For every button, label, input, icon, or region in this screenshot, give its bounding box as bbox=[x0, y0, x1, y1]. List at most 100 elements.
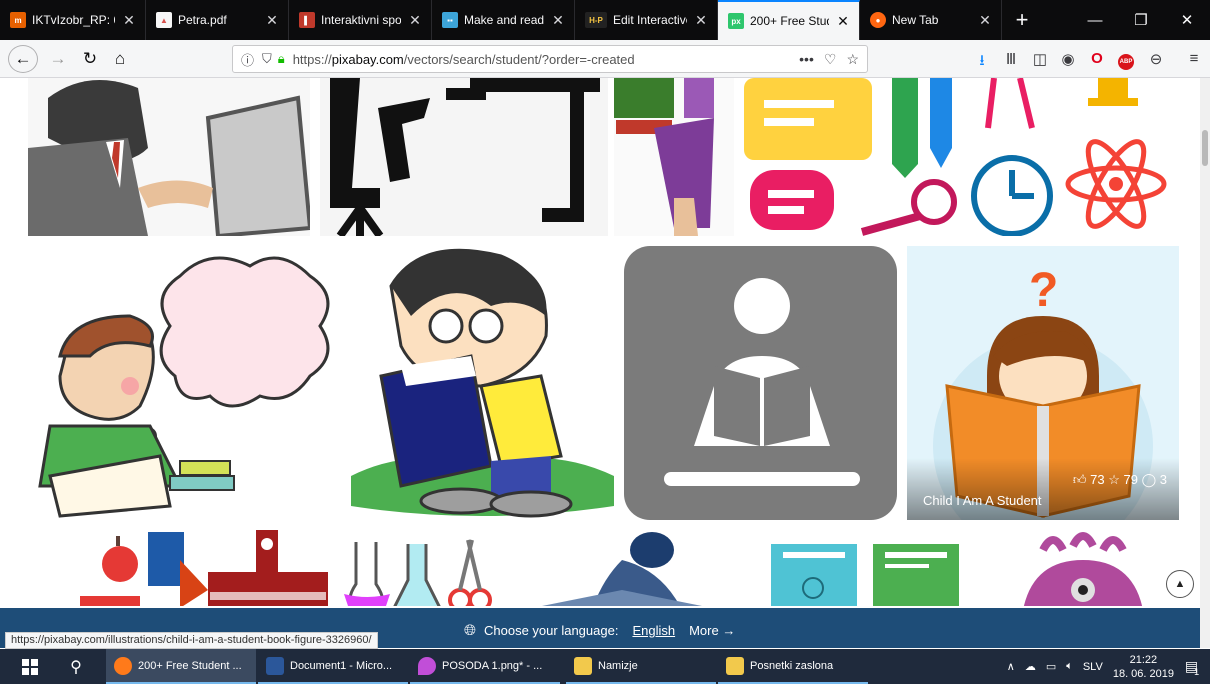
menu-icon[interactable]: ≡ bbox=[1184, 50, 1204, 67]
screenshot-icon[interactable]: ◉ bbox=[1058, 50, 1078, 68]
bookmark-star-icon[interactable]: ☆ bbox=[846, 51, 859, 68]
system-tray: ∧ ☁ ▭ 🔈︎ SLV 21:22 18. 06. 2019 bbox=[1007, 649, 1174, 684]
gallery-tile-desk-silhouette[interactable] bbox=[320, 78, 608, 236]
account-icon[interactable]: ⊖ bbox=[1146, 50, 1166, 68]
navigation-toolbar: ← → ↻ ⌂ ⓘ ⛉ 🔒︎ https://pixabay.com/vecto… bbox=[0, 40, 1210, 78]
language-more-link[interactable]: More → bbox=[689, 623, 735, 638]
back-button[interactable]: ← bbox=[8, 45, 38, 73]
favorite-count: 79 bbox=[1123, 472, 1138, 487]
close-tab-icon[interactable]: ✕ bbox=[121, 12, 137, 29]
onedrive-cloud-icon[interactable]: ☁ bbox=[1025, 660, 1036, 673]
taskbar-app-screenshots-folder[interactable]: Posnetki zaslona bbox=[718, 649, 868, 684]
search-button[interactable]: ⚲ bbox=[56, 649, 96, 684]
taskbar-app-desktop-folder[interactable]: Namizje bbox=[566, 649, 716, 684]
lock-icon[interactable]: 🔒︎ bbox=[278, 51, 285, 67]
tab-iktvizobr[interactable]: m IKTvIzobr_RP: 6. S ✕ bbox=[0, 0, 146, 40]
gallery-tile-vintage-student[interactable] bbox=[502, 530, 748, 606]
home-button[interactable]: ⌂ bbox=[106, 46, 134, 72]
download-icon[interactable]: ⭳ bbox=[972, 50, 992, 75]
arrow-right-icon: → bbox=[49, 49, 67, 68]
folder-icon bbox=[574, 656, 592, 675]
close-tab-icon[interactable]: ✕ bbox=[835, 13, 851, 30]
paint3d-icon bbox=[418, 656, 436, 675]
language-english-link[interactable]: English bbox=[632, 623, 675, 638]
forward-button[interactable]: → bbox=[44, 46, 72, 72]
tab-new-tab[interactable]: ● New Tab ✕ bbox=[860, 0, 1002, 40]
adblock-icon[interactable]: ABP bbox=[1116, 50, 1136, 70]
page-actions-icon[interactable]: ••• bbox=[799, 51, 814, 68]
gallery-tile-girl-books[interactable] bbox=[614, 78, 734, 236]
gallery-tile-monster[interactable] bbox=[983, 530, 1183, 606]
firefox-favicon-icon: ● bbox=[870, 12, 886, 28]
pocket-icon[interactable]: ♡ bbox=[824, 51, 837, 68]
input-language[interactable]: SLV bbox=[1083, 661, 1103, 673]
tab-make-and-read[interactable]: ▪▪ Make and read ill ✕ bbox=[432, 0, 575, 40]
status-bar-url: https://pixabay.com/illustrations/child-… bbox=[5, 632, 378, 649]
like-count: 73 bbox=[1090, 472, 1105, 487]
close-tab-icon[interactable]: ✕ bbox=[977, 12, 993, 29]
close-tab-icon[interactable]: ✕ bbox=[693, 12, 709, 29]
close-window-button[interactable]: ✕ bbox=[1164, 0, 1210, 40]
firefox-icon bbox=[114, 656, 132, 675]
gallery-tile-school-objects[interactable] bbox=[30, 530, 492, 606]
minimize-button[interactable]: — bbox=[1072, 0, 1118, 40]
url-text[interactable]: https://pixabay.com/vectors/search/stude… bbox=[293, 52, 635, 67]
opera-icon[interactable]: O bbox=[1087, 50, 1107, 67]
tab-petra-pdf[interactable]: ▲ Petra.pdf ✕ bbox=[146, 0, 289, 40]
gallery-tile-reading-icon[interactable] bbox=[624, 246, 897, 520]
taskbar-app-firefox[interactable]: 200+ Free Student ... bbox=[106, 649, 256, 684]
arrow-up-icon: ▲ bbox=[1174, 578, 1186, 590]
tab-title: New Tab bbox=[892, 13, 939, 27]
gallery-tile-child-i-am-a-student[interactable]: ? 👍︎ 73 ☆ 79 ◯ 3 Child I Am A Student bbox=[907, 246, 1179, 520]
like-icon[interactable]: 👍︎ bbox=[1073, 472, 1087, 487]
gallery-tile-businessman-laptop[interactable] bbox=[28, 78, 310, 236]
gallery-tile-boy-thinking[interactable] bbox=[30, 246, 341, 520]
tracking-shield-icon[interactable]: ⛉ bbox=[262, 51, 272, 67]
action-center-button[interactable]: ▤ 1 bbox=[1178, 649, 1206, 684]
library-icon[interactable]: Ⅲ bbox=[1001, 50, 1021, 68]
tab-title: Edit Interactive co bbox=[613, 13, 687, 27]
tab-h5p-edit[interactable]: H-P Edit Interactive co ✕ bbox=[575, 0, 718, 40]
gallery-tile-books[interactable] bbox=[759, 530, 973, 606]
url-bar[interactable]: ⓘ ⛉ 🔒︎ https://pixabay.com/vectors/searc… bbox=[232, 45, 868, 73]
person-reading-icon-image bbox=[664, 278, 860, 486]
taskbar-app-label: POSODA 1.png* - ... bbox=[442, 659, 543, 672]
scrollbar-thumb[interactable] bbox=[1202, 130, 1208, 166]
windows-logo-icon bbox=[22, 658, 38, 675]
taskbar-app-paint[interactable]: POSODA 1.png* - ... bbox=[410, 649, 560, 684]
tab-title: Interaktivni spom bbox=[321, 13, 401, 27]
tab-title: IKTvIzobr_RP: 6. S bbox=[32, 13, 115, 27]
clock[interactable]: 21:22 18. 06. 2019 bbox=[1113, 653, 1174, 681]
tab-interaktivni[interactable]: ▌ Interaktivni spom ✕ bbox=[289, 0, 432, 40]
chevron-up-icon[interactable]: ∧ bbox=[1007, 660, 1015, 673]
favorite-star-icon[interactable]: ☆ bbox=[1108, 472, 1120, 487]
info-icon[interactable]: ⓘ bbox=[241, 50, 254, 69]
reload-button[interactable]: ↻ bbox=[76, 46, 104, 72]
sidebar-icon[interactable]: ◫ bbox=[1030, 50, 1050, 68]
gallery-tile-school-icons[interactable] bbox=[742, 78, 1192, 236]
start-button[interactable] bbox=[12, 649, 48, 684]
school-objects-image bbox=[80, 530, 492, 606]
new-tab-button[interactable]: + bbox=[1002, 0, 1042, 40]
folder-icon bbox=[726, 656, 744, 675]
tile-title[interactable]: Child I Am A Student bbox=[923, 493, 1042, 508]
volume-icon[interactable]: 🔈︎ bbox=[1066, 660, 1073, 673]
page-scrollbar[interactable] bbox=[1200, 78, 1210, 648]
tab-title: Make and read ill bbox=[464, 13, 544, 27]
school-icons-image bbox=[744, 78, 1167, 236]
close-tab-icon[interactable]: ✕ bbox=[407, 12, 423, 29]
comment-count: 3 bbox=[1159, 472, 1167, 487]
close-tab-icon[interactable]: ✕ bbox=[550, 12, 566, 29]
comment-icon[interactable]: ◯ bbox=[1142, 472, 1157, 487]
close-tab-icon[interactable]: ✕ bbox=[264, 12, 280, 29]
network-icon[interactable]: ▭ bbox=[1046, 660, 1056, 673]
home-icon: ⌂ bbox=[114, 49, 126, 68]
scroll-to-top-button[interactable]: ▲ bbox=[1166, 570, 1194, 598]
gallery-tile-boy-reading[interactable] bbox=[351, 246, 614, 520]
svg-text:?: ? bbox=[1029, 264, 1058, 317]
tab-pixabay-active[interactable]: px 200+ Free Studen ✕ bbox=[718, 0, 860, 40]
url-prefix: https:// bbox=[292, 51, 332, 67]
taskbar-app-word[interactable]: Document1 - Micro... bbox=[258, 649, 408, 684]
restore-button[interactable]: ❐ bbox=[1118, 0, 1164, 40]
taskbar-app-label: 200+ Free Student ... bbox=[138, 659, 242, 672]
